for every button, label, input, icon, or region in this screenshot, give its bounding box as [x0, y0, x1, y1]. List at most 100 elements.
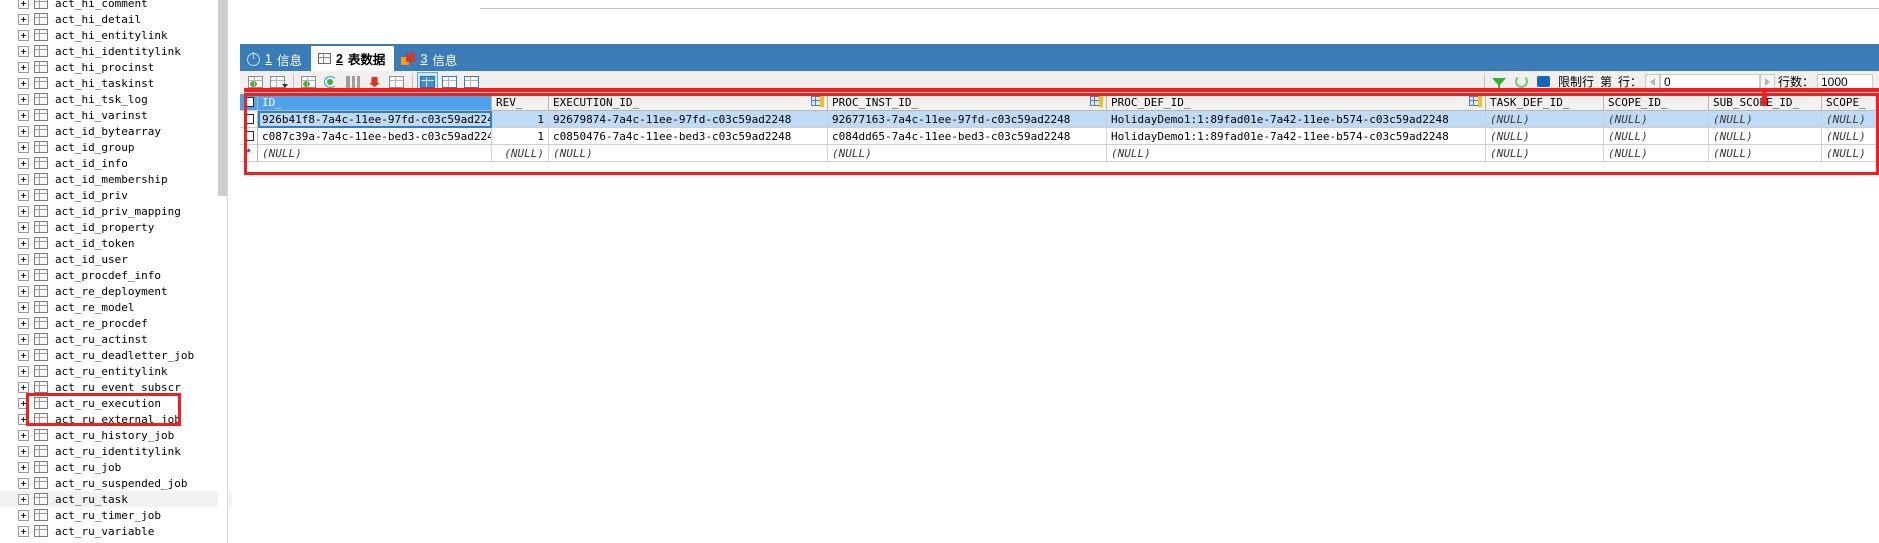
tree-item-act-id-priv-mapping[interactable]: act_id_priv_mapping — [0, 203, 232, 219]
tree-item-act-ru-suspended-job[interactable]: act_ru_suspended_job — [0, 475, 232, 491]
column-header-task-def-id-[interactable]: TASK_DEF_ID_ — [1486, 94, 1604, 111]
grid-view-button[interactable] — [417, 72, 438, 91]
column-filter-icon[interactable] — [1090, 96, 1103, 108]
tree-item-act-id-property[interactable]: act_id_property — [0, 219, 232, 235]
expand-plus-icon[interactable] — [18, 461, 29, 473]
expand-plus-icon[interactable] — [18, 445, 29, 457]
edit-record-button[interactable] — [386, 72, 407, 91]
cell-proc-def-id-[interactable]: HolidayDemo1:1:89fad01e-7a42-11ee-b574-c… — [1107, 111, 1486, 128]
expand-plus-icon[interactable] — [18, 493, 29, 505]
cell-scope-id-[interactable]: (NULL) — [1604, 145, 1709, 162]
data-grid[interactable]: ID_ REV_ EXECUTION_ID_ PROC_INST_ID_ PROC_DE… — [240, 94, 1879, 162]
expand-plus-icon[interactable] — [18, 429, 29, 441]
cell-scope-id-[interactable]: (NULL) — [1604, 111, 1709, 128]
expand-plus-icon[interactable] — [18, 141, 29, 153]
tree-item-act-hi-tsk-log[interactable]: act_hi_tsk_log — [0, 91, 232, 107]
expand-plus-icon[interactable] — [18, 205, 29, 217]
select-all-checkbox[interactable] — [243, 97, 254, 107]
offset-input[interactable]: 0 — [1659, 73, 1760, 90]
expand-plus-icon[interactable] — [18, 45, 29, 57]
tree-item-act-ru-variable[interactable]: act_ru_variable — [0, 523, 232, 539]
duplicate-record-button[interactable] — [342, 72, 363, 91]
cell-sub-scope-id-[interactable]: (NULL) — [1709, 145, 1822, 162]
tree-item-act-ru-identitylink[interactable]: act_ru_identitylink — [0, 443, 232, 459]
column-header-scope-[interactable]: SCOPE_ — [1822, 94, 1879, 111]
form-view-button[interactable] — [439, 72, 460, 91]
cell-task-def-id-[interactable]: (NULL) — [1486, 128, 1604, 145]
column-filter-icon[interactable] — [1469, 96, 1482, 108]
cell-proc-def-id-[interactable]: (NULL) — [1107, 145, 1486, 162]
expand-plus-icon[interactable] — [18, 509, 29, 521]
tree-item-act-ru-actinst[interactable]: act_ru_actinst — [0, 331, 232, 347]
delete-record-button[interactable] — [364, 72, 385, 91]
tab-2[interactable]: 2 表数据 — [310, 46, 395, 71]
tree-item-act-ru-job[interactable]: act_ru_job — [0, 459, 232, 475]
cell-id-[interactable]: 926b41f8-7a4c-11ee-97fd-c03c59ad2248 — [258, 111, 492, 128]
grid-toolbar[interactable]: 限制行 第 行： 0 行数： 1000 — [240, 71, 1879, 93]
tab-1[interactable]: 1 信息 — [240, 47, 311, 71]
cell-proc-def-id-[interactable]: HolidayDemo1:1:89fad01e-7a42-11ee-b574-c… — [1107, 128, 1486, 145]
expand-plus-icon[interactable] — [18, 269, 29, 281]
cell-scope-[interactable]: (NULL) — [1822, 128, 1879, 145]
offset-stepper[interactable]: 0 — [1644, 73, 1775, 90]
expand-plus-icon[interactable] — [18, 365, 29, 377]
row-select-gutter[interactable] — [240, 128, 258, 145]
cell-proc-inst-id-[interactable]: (NULL) — [828, 145, 1107, 162]
tree-item-act-hi-procinst[interactable]: act_hi_procinst — [0, 59, 232, 75]
cell-id-[interactable]: (NULL) — [258, 145, 492, 162]
tree-item-act-ru-execution[interactable]: act_ru_execution — [0, 395, 232, 411]
column-header-execution-id-[interactable]: EXECUTION_ID_ — [549, 94, 828, 111]
cell-rev-[interactable]: 1 — [492, 128, 549, 145]
text-view-button[interactable] — [461, 72, 482, 91]
tree-item-act-ru-timer-job[interactable]: act_ru_timer_job — [0, 507, 232, 523]
tree-item-act-id-info[interactable]: act_id_info — [0, 155, 232, 171]
tree-item-act-ru-task[interactable]: act_ru_task — [0, 491, 232, 507]
tree-item-act-re-procdef[interactable]: act_re_procdef — [0, 315, 232, 331]
sidebar-scrollbar-thumb[interactable] — [218, 0, 227, 196]
tree-item-act-hi-detail[interactable]: act_hi_detail — [0, 11, 232, 27]
offset-decrement-button[interactable] — [1644, 73, 1660, 90]
expand-plus-icon[interactable] — [18, 333, 29, 345]
expand-plus-icon[interactable] — [18, 29, 29, 41]
column-header-rev-[interactable]: REV_ — [492, 94, 549, 111]
tree-item-act-hi-identitylink[interactable]: act_hi_identitylink — [0, 43, 232, 59]
cell-scope-[interactable]: (NULL) — [1822, 145, 1879, 162]
tree-item-act-hi-entitylink[interactable]: act_hi_entitylink — [0, 27, 232, 43]
tree-item-act-ru-deadletter-job[interactable]: act_ru_deadletter_job — [0, 347, 232, 363]
expand-plus-icon[interactable] — [18, 285, 29, 297]
column-header-proc-def-id-[interactable]: PROC_DEF_ID_ — [1107, 94, 1486, 111]
cell-proc-inst-id-[interactable]: c084dd65-7a4c-11ee-bed3-c03c59ad2248 — [828, 128, 1107, 145]
tree-item-act-re-deployment[interactable]: act_re_deployment — [0, 283, 232, 299]
row-checkbox[interactable] — [243, 131, 254, 141]
cell-task-def-id-[interactable]: (NULL) — [1486, 145, 1604, 162]
tree-item-act-id-membership[interactable]: act_id_membership — [0, 171, 232, 187]
refresh-record-button[interactable] — [320, 72, 341, 91]
new-record-button[interactable] — [245, 72, 266, 91]
expand-plus-icon[interactable] — [18, 157, 29, 169]
row-checkbox[interactable] — [243, 114, 254, 124]
expand-plus-icon[interactable] — [18, 77, 29, 89]
cell-id-[interactable]: c087c39a-7a4c-11ee-bed3-c03c59ad2248 — [258, 128, 492, 145]
row-select-gutter[interactable] — [240, 111, 258, 128]
column-header-proc-inst-id-[interactable]: PROC_INST_ID_ — [828, 94, 1107, 111]
cell-execution-id-[interactable]: c0850476-7a4c-11ee-bed3-c03c59ad2248 — [549, 128, 828, 145]
cell-scope-[interactable]: (NULL) — [1822, 111, 1879, 128]
expand-plus-icon[interactable] — [18, 349, 29, 361]
expand-plus-icon[interactable] — [18, 125, 29, 137]
expand-plus-icon[interactable] — [18, 301, 29, 313]
cell-sub-scope-id-[interactable]: (NULL) — [1709, 128, 1822, 145]
tree-item-act-ru-entitylink[interactable]: act_ru_entitylink — [0, 363, 232, 379]
expand-plus-icon[interactable] — [18, 221, 29, 233]
insert-record-button[interactable] — [298, 72, 319, 91]
cell-task-def-id-[interactable]: (NULL) — [1486, 111, 1604, 128]
cell-proc-inst-id-[interactable]: 92677163-7a4c-11ee-97fd-c03c59ad2248 — [828, 111, 1107, 128]
tree-item-act-id-priv[interactable]: act_id_priv — [0, 187, 232, 203]
tree-item-act-re-model[interactable]: act_re_model — [0, 299, 232, 315]
expand-plus-icon[interactable] — [18, 13, 29, 25]
tab-3[interactable]: 3 信息 — [394, 47, 466, 71]
row-count-input[interactable]: 1000 — [1817, 73, 1873, 90]
cell-execution-id-[interactable]: 92679874-7a4c-11ee-97fd-c03c59ad2248 — [549, 111, 828, 128]
table-row[interactable]: c087c39a-7a4c-11ee-bed3-c03c59ad2248 1 c08… — [240, 128, 1879, 145]
column-header-scope-id-[interactable]: SCOPE_ID_ — [1604, 94, 1709, 111]
filter-button[interactable] — [1489, 72, 1510, 91]
